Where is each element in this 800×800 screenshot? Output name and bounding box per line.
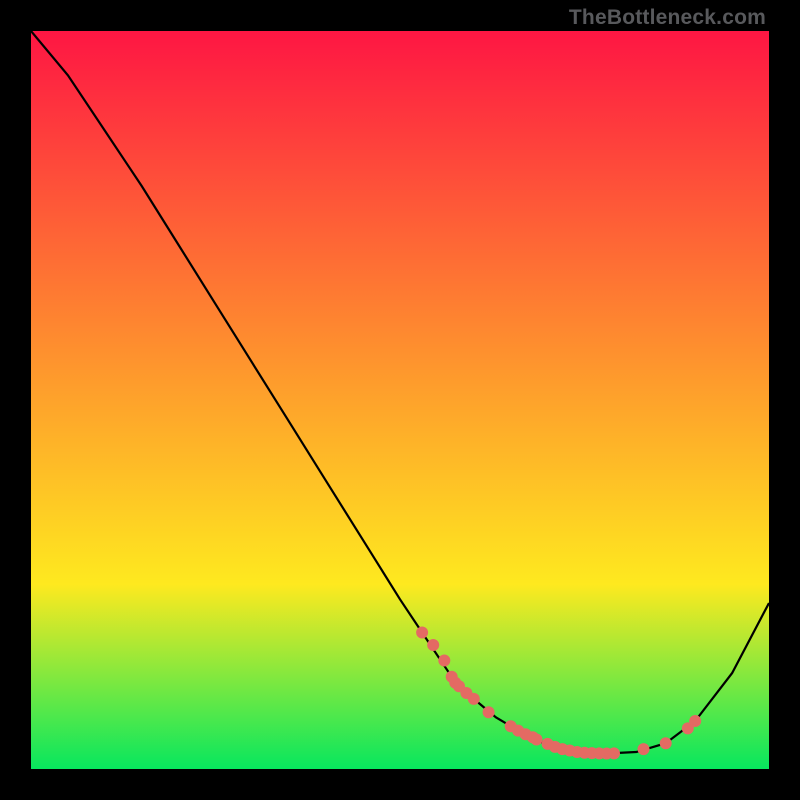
scatter-point	[483, 706, 495, 718]
scatter-point	[416, 627, 428, 639]
scatter-point	[438, 655, 450, 667]
scatter-point	[531, 734, 543, 746]
scatter-point	[689, 715, 701, 727]
scatter-point	[608, 747, 620, 759]
gradient-background	[31, 31, 769, 769]
scatter-point	[427, 639, 439, 651]
watermark-label: TheBottleneck.com	[569, 6, 766, 30]
scatter-point	[468, 693, 480, 705]
scatter-point	[660, 737, 672, 749]
chart-svg	[31, 31, 769, 769]
chart-plot-area	[31, 31, 769, 769]
scatter-point	[638, 743, 650, 755]
